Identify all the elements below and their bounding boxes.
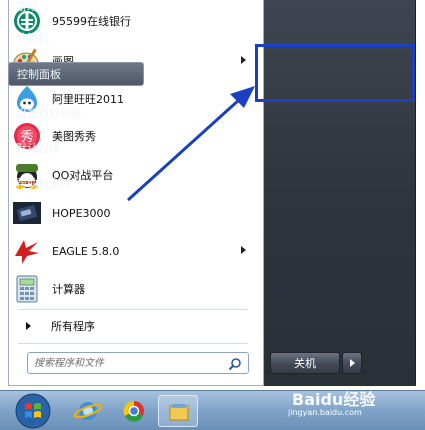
- watermark-logo: Baidu经验: [292, 390, 376, 409]
- ie-icon: [73, 402, 103, 420]
- windows-logo-icon: [15, 393, 51, 429]
- chrome-taskbar-button[interactable]: [114, 395, 154, 427]
- start-button[interactable]: [14, 392, 52, 430]
- ie-taskbar-button[interactable]: [68, 395, 108, 427]
- folder-icon: [169, 404, 189, 421]
- watermark-url: jingyan.baidu.com: [288, 408, 362, 417]
- explorer-taskbar-button[interactable]: [158, 395, 198, 427]
- chrome-icon: [123, 400, 144, 422]
- baidu-watermark: Baidu经验 jingyan.baidu.com: [280, 384, 420, 430]
- pointer-arrow-icon: [126, 86, 255, 202]
